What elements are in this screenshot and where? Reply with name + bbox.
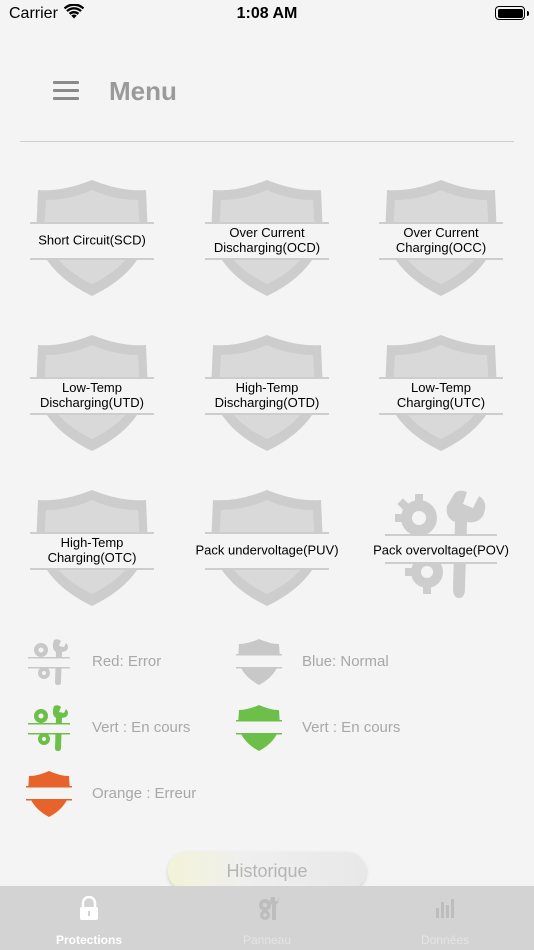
protection-item-utc[interactable]: Low-Temp Charging(UTC): [356, 333, 526, 457]
header: Menu: [0, 60, 534, 122]
legend-item-green-tools: Vert : En cours: [26, 704, 226, 754]
tab-label: Données: [420, 933, 470, 947]
gear-tools-icon: [259, 897, 279, 920]
tools-icon: [26, 639, 72, 685]
shield-icon: [236, 639, 282, 685]
legend-item-blue-normal: Blue: Normal: [236, 638, 436, 688]
shield-icon: [236, 705, 282, 751]
protection-item-occ[interactable]: Over Current Charging(OCC): [356, 178, 526, 302]
bar-chart-icon: [436, 899, 454, 918]
historique-button[interactable]: Historique: [168, 852, 366, 890]
protection-label: High-Temp Discharging(OTD): [214, 380, 320, 410]
protection-label: Low-Temp Discharging(UTD): [39, 380, 145, 410]
tab-bar: Protections Panneau Données: [0, 886, 534, 950]
protection-label: Pack overvoltage(POV): [373, 542, 509, 558]
protection-label: Low-Temp Charging(UTC): [396, 380, 486, 410]
legend-label: Vert : En cours: [92, 719, 191, 736]
protection-item-ocd[interactable]: Over Current Discharging(OCD): [182, 178, 352, 302]
legend-label: Blue: Normal: [302, 653, 389, 670]
protection-label: Pack undervoltage(PUV): [195, 542, 339, 558]
legend-label: Vert : En cours: [302, 719, 401, 736]
protection-label: High-Temp Charging(OTC): [47, 535, 137, 565]
protection-item-pov[interactable]: Pack overvoltage(POV): [356, 488, 526, 612]
legend-item-red-error: Red: Error: [26, 638, 226, 688]
legend-label: Red: Error: [92, 653, 162, 670]
battery-icon: [495, 6, 529, 20]
tab-label: Panneau: [242, 933, 292, 947]
header-divider: [20, 141, 514, 142]
lock-icon: [80, 896, 98, 920]
protection-item-scd[interactable]: Short Circuit(SCD): [7, 178, 177, 302]
protection-item-otd[interactable]: High-Temp Discharging(OTD): [182, 333, 352, 457]
status-bar: Carrier 1:08 AM: [0, 0, 534, 28]
protection-item-otc[interactable]: High-Temp Charging(OTC): [7, 488, 177, 612]
legend-item-green-shield: Vert : En cours: [236, 704, 436, 754]
tab-panneau[interactable]: Panneau: [178, 886, 356, 950]
protection-label: Over Current Discharging(OCD): [213, 225, 321, 255]
tab-donnees[interactable]: Données: [356, 886, 534, 950]
shield-icon: [26, 771, 72, 817]
tab-label: Protections: [55, 933, 122, 947]
legend-item-orange-error: Orange : Erreur: [26, 770, 226, 820]
protection-label: Short Circuit(SCD): [38, 232, 146, 248]
tools-icon: [26, 705, 72, 751]
clock: 1:08 AM: [236, 5, 298, 22]
legend-label: Orange : Erreur: [92, 785, 197, 802]
page-title: Menu: [109, 76, 177, 106]
protection-item-puv[interactable]: Pack undervoltage(PUV): [182, 488, 352, 612]
protection-item-utd[interactable]: Low-Temp Discharging(UTD): [7, 333, 177, 457]
tab-protections[interactable]: Protections: [0, 886, 178, 950]
protection-label: Over Current Charging(OCC): [395, 225, 487, 255]
hamburger-menu-icon[interactable]: [53, 81, 81, 101]
